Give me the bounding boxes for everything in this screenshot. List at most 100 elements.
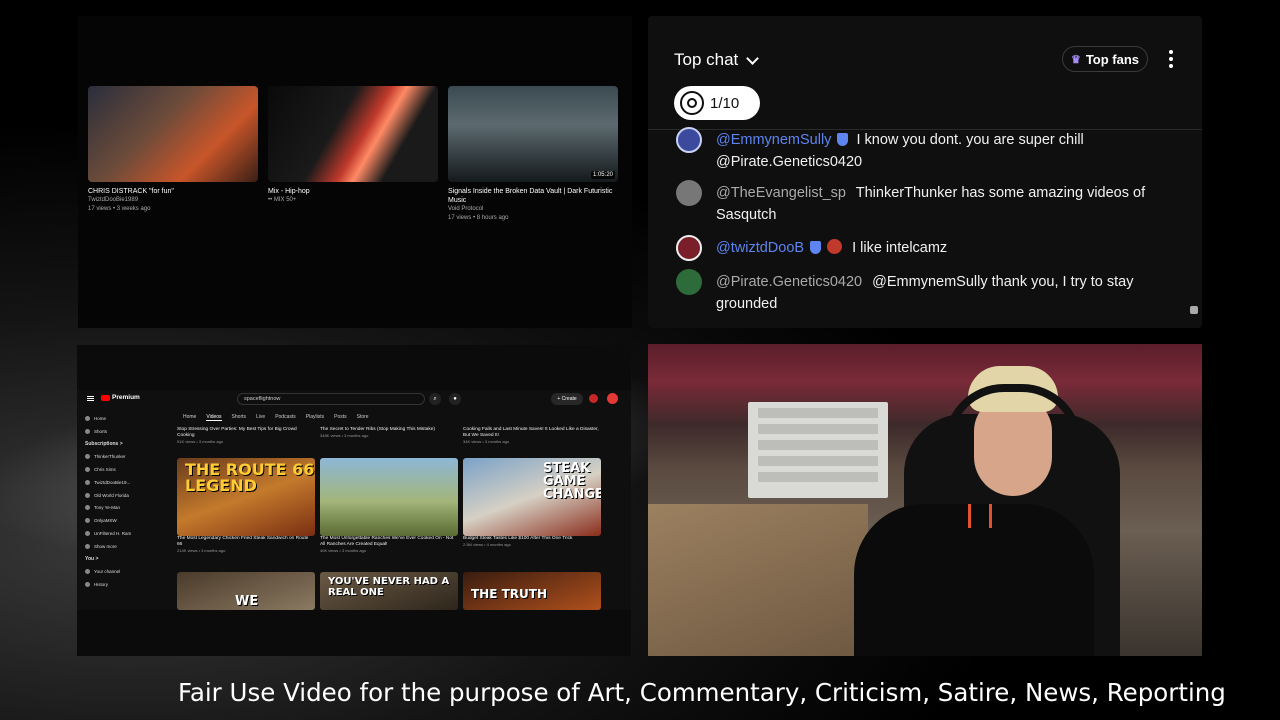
video-meta: 214K views • 3 months ago <box>177 548 226 553</box>
chat-author[interactable]: @twiztdDooB <box>716 240 804 256</box>
chat-author[interactable]: @TheEvangelist_sp <box>716 185 846 201</box>
video-row: THE ROUTE 66 LEGEND The Most Legendary C… <box>177 458 601 554</box>
rec-title[interactable]: CHRIS DISTRACK "for fun" <box>88 187 258 196</box>
video-meta: 40K views • 3 months ago <box>320 548 367 553</box>
rec-channel: •• MIX 50+ <box>268 197 297 203</box>
video-card[interactable]: STEAK GAME CHANGER Budget Steak Tastes L… <box>463 458 601 554</box>
video-thumbnail[interactable]: THE TRUTH <box>463 572 601 610</box>
sidebar-item-sub[interactable]: TwiztdDooBie19... <box>85 476 155 489</box>
chat-message[interactable]: @EmmynemSully I know you dont. you are s… <box>676 127 1176 173</box>
rec-card[interactable]: CHRIS DISTRACK "for fun" TwiztdDooBie198… <box>88 86 258 214</box>
chat-message[interactable]: @twiztdDooB I like intelcamz <box>676 235 1176 261</box>
sidebar-item-show-more[interactable]: Show more <box>85 540 155 553</box>
rec-title[interactable]: Signals Inside the Broken Data Vault | D… <box>448 187 618 205</box>
sidebar-item-your-channel[interactable]: Your channel <box>85 566 155 579</box>
search-icon[interactable]: ⌕ <box>429 393 441 405</box>
rec-duration: 1:05:20 <box>590 171 615 179</box>
sidebar-item-sub[interactable]: Old World Florida <box>85 489 155 502</box>
chat-author[interactable]: @EmmynemSully <box>716 132 831 148</box>
video-card[interactable]: THE ROUTE 66 LEGEND The Most Legendary C… <box>177 458 315 554</box>
tool-cabinet <box>748 402 888 498</box>
tab-podcasts[interactable]: Podcasts <box>275 414 296 421</box>
chat-message[interactable]: @TheEvangelist_sp ThinkerThunker has som… <box>676 180 1176 226</box>
create-button[interactable]: + Create <box>551 393 583 405</box>
tab-live[interactable]: Live <box>256 414 265 421</box>
video-thumbnail[interactable]: THE ROUTE 66 LEGEND <box>177 458 315 536</box>
video-row: Stop Stressing Over Parties: My Best Tip… <box>177 427 601 445</box>
avatar[interactable] <box>676 235 702 261</box>
chevron-down-icon <box>746 51 760 65</box>
rec-thumbnail[interactable]: 1:05:20 <box>448 86 618 182</box>
tab-shorts[interactable]: Shorts <box>232 414 246 421</box>
video-card[interactable]: THE TRUTH <box>463 572 601 610</box>
rec-channel: TwiztdDooBie1989 <box>88 197 139 203</box>
video-title[interactable]: The Most Unforgettable Ranches We've Eve… <box>320 536 458 548</box>
video-card[interactable]: Cooking Fails and Last Minute Saves! It … <box>463 427 601 445</box>
avatar[interactable] <box>676 180 702 206</box>
recommendations-panel: CHRIS DISTRACK "for fun" TwiztdDooBie198… <box>78 16 632 328</box>
rec-title[interactable]: Mix - Hip-hop <box>268 187 438 196</box>
tab-home[interactable]: Home <box>183 414 196 421</box>
video-card[interactable]: The Secret to Tender Ribs (Stop Making T… <box>320 427 458 445</box>
tab-store[interactable]: Store <box>357 414 369 421</box>
sidebar-section-subscriptions[interactable]: Subscriptions > <box>85 438 155 451</box>
youtube-topbar: Premium spaceflightnow ⌕ ● + Create <box>77 390 631 408</box>
live-chat-panel: Top chat ♛ Top fans 1/10 @EmmynemSully I… <box>648 16 1202 328</box>
chat-author[interactable]: @Pirate.Genetics0420 <box>716 274 862 290</box>
tab-playlists[interactable]: Playlists <box>306 414 324 421</box>
youtube-logo[interactable]: Premium <box>101 394 140 401</box>
avatar[interactable] <box>676 269 702 295</box>
sidebar-item-sub[interactable]: Tony Ye-Man <box>85 502 155 515</box>
rec-thumbnail[interactable] <box>88 86 258 182</box>
chat-message[interactable]: @Pirate.Genetics0420 @EmmynemSully thank… <box>676 269 1176 315</box>
rec-card[interactable]: 1:05:20 Signals Inside the Broken Data V… <box>448 86 618 223</box>
sidebar-item-sub[interactable]: OnlyaMSW <box>85 514 155 527</box>
avatar[interactable] <box>676 127 702 153</box>
youtube-page: Premium spaceflightnow ⌕ ● + Create Home… <box>77 390 631 610</box>
sidebar-item-sub[interactable]: ThinkerThunker <box>85 450 155 463</box>
video-card[interactable]: YOU'VE NEVER HAD A REAL ONE <box>320 572 458 610</box>
webcam-panel <box>648 344 1202 656</box>
youtube-browser-panel: Premium spaceflightnow ⌕ ● + Create Home… <box>77 345 631 656</box>
chat-mode-dropdown[interactable]: Top chat <box>674 50 760 70</box>
mic-icon[interactable]: ● <box>449 393 461 405</box>
moderator-shield-icon <box>837 133 849 146</box>
chat-text: I like intelcamz <box>852 240 948 256</box>
crown-icon: ♛ <box>1070 53 1081 66</box>
video-thumbnail[interactable]: YOU'VE NEVER HAD A REAL ONE <box>320 572 458 610</box>
rec-meta: 17 views • 3 weeks ago <box>88 206 151 212</box>
sidebar-item-sub[interactable]: UnFiltered H. Ram <box>85 527 155 540</box>
more-options-icon[interactable] <box>1168 50 1174 68</box>
sidebar-item-home[interactable]: Home <box>85 412 155 425</box>
video-meta: 2.5M views • 4 months ago <box>463 542 511 547</box>
channel-tabs: Home Videos Shorts Live Podcasts Playlis… <box>183 414 369 421</box>
counter-label: 1/10 <box>710 94 740 112</box>
tab-posts[interactable]: Posts <box>334 414 347 421</box>
notifications-icon[interactable] <box>589 394 598 403</box>
member-badge-icon <box>827 239 843 254</box>
video-thumbnail[interactable]: WE <box>177 572 315 610</box>
engagement-counter[interactable]: 1/10 <box>674 86 760 120</box>
video-card[interactable]: The Most Unforgettable Ranches We've Eve… <box>320 458 458 554</box>
sidebar-section-you[interactable]: You > <box>85 553 155 566</box>
sidebar-item-history[interactable]: History <box>85 578 155 591</box>
sidebar-item-shorts[interactable]: Shorts <box>85 425 155 438</box>
sidebar-item-sub[interactable]: Chris Sims <box>85 463 155 476</box>
rec-channel: Void Protocol <box>448 206 484 212</box>
chat-scrollbar[interactable] <box>1190 306 1198 314</box>
chat-mode-label: Top chat <box>674 50 739 69</box>
video-thumbnail[interactable] <box>320 458 458 536</box>
avatar[interactable] <box>607 393 618 404</box>
search-input[interactable]: spaceflightnow <box>237 393 425 405</box>
video-title[interactable]: The Most Legendary Chicken Fried Steak S… <box>177 536 315 548</box>
tab-videos[interactable]: Videos <box>206 414 222 421</box>
rec-card[interactable]: Mix - Hip-hop •• MIX 50+ <box>268 86 438 205</box>
video-thumbnail[interactable]: STEAK GAME CHANGER <box>463 458 601 536</box>
rec-meta: 17 views • 8 hours ago <box>448 215 509 221</box>
top-fans-button[interactable]: ♛ Top fans <box>1062 46 1148 72</box>
rec-thumbnail[interactable] <box>268 86 438 182</box>
fair-use-banner: Fair Use Video for the purpose of Art, C… <box>178 678 1226 707</box>
menu-icon[interactable] <box>87 396 94 401</box>
video-card[interactable]: WE <box>177 572 315 610</box>
video-card[interactable]: Stop Stressing Over Parties: My Best Tip… <box>177 427 315 445</box>
